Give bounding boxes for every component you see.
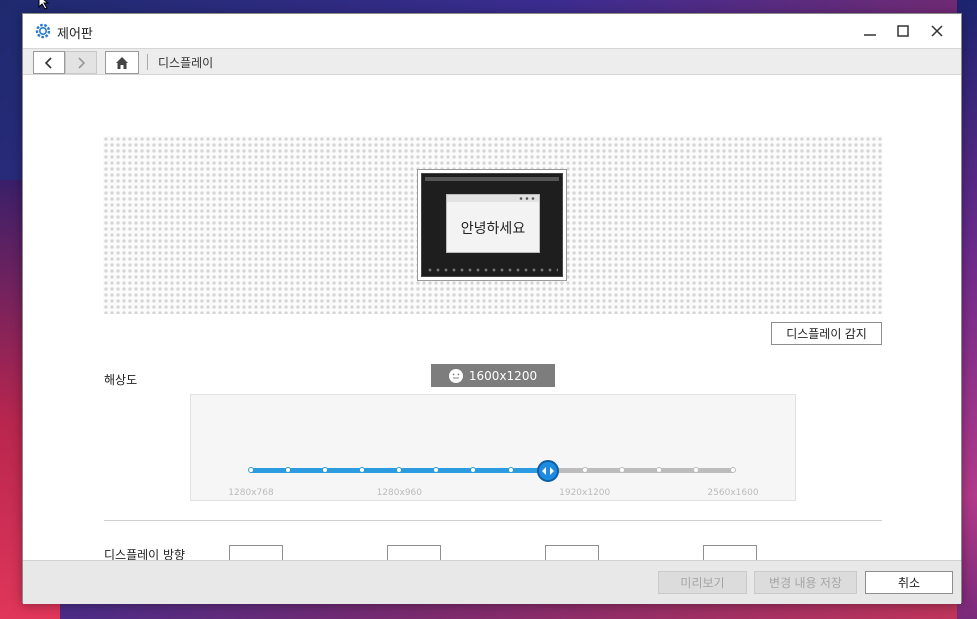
chevron-right-icon (78, 56, 86, 69)
window-controls-icon (519, 197, 535, 200)
resolution-badge: 1600x1200 (431, 364, 555, 387)
minimize-icon (864, 34, 876, 36)
preview-button[interactable]: 미리보기 (658, 571, 747, 594)
back-button[interactable] (33, 51, 65, 74)
resolution-tick-label: 2560x1600 (707, 488, 759, 498)
orientation-option-portrait[interactable] (387, 545, 441, 560)
minimize-button[interactable] (858, 20, 882, 42)
maximize-button[interactable] (891, 20, 915, 42)
control-panel-window: 제어판 디스플레이 안녕하세요 디스플레이 감지 해상도 1600x1200 1… (22, 13, 962, 604)
detect-displays-button[interactable]: 디스플레이 감지 (771, 322, 882, 345)
title-bar: 제어판 (23, 14, 961, 48)
resolution-label: 해상도 (104, 373, 138, 387)
resolution-slider-panel: 1280x768 1280x960 1920x1200 2560x1600 (190, 394, 796, 501)
orientation-label: 디스플레이 방향 (104, 548, 186, 560)
face-icon (448, 368, 463, 383)
preview-mini-window: 안녕하세요 (446, 194, 540, 253)
resolution-tick[interactable] (248, 467, 254, 473)
settings-gear-icon (35, 23, 51, 39)
orientation-option-landscape[interactable] (229, 545, 283, 560)
resolution-tick-label: 1280x960 (376, 488, 423, 498)
section-divider (104, 520, 882, 521)
window-title: 제어판 (57, 27, 93, 42)
dialog-footer: 미리보기 변경 내용 저장 취소 (23, 560, 961, 604)
display-settings-content: 안녕하세요 디스플레이 감지 해상도 1600x1200 1280x768 128… (23, 76, 961, 560)
resolution-tick[interactable] (507, 467, 514, 473)
resolution-tick-label: 1920x1200 (559, 488, 611, 498)
close-icon (931, 25, 943, 37)
preview-greeting: 안녕하세요 (460, 221, 526, 237)
resolution-value: 1600x1200 (468, 368, 538, 383)
navigation-bar: 디스플레이 (23, 48, 961, 75)
home-button[interactable] (105, 51, 139, 74)
resolution-tick[interactable] (730, 467, 736, 473)
maximize-icon (897, 25, 909, 37)
cancel-button[interactable]: 취소 (865, 571, 953, 594)
monitor-preview[interactable]: 안녕하세요 (417, 169, 567, 281)
forward-button[interactable] (65, 51, 97, 74)
resolution-slider-handle[interactable] (536, 460, 559, 482)
chevron-left-icon (44, 56, 52, 69)
close-button[interactable] (925, 20, 949, 42)
monitor-screen: 안녕하세요 (421, 173, 563, 277)
orientation-option-portrait-flipped[interactable] (703, 545, 757, 560)
resolution-tick[interactable] (655, 467, 662, 473)
screen-top-bar (425, 177, 559, 181)
resolution-tick[interactable] (618, 467, 625, 473)
breadcrumb[interactable]: 디스플레이 (158, 54, 213, 71)
mini-window-titlebar (447, 195, 539, 202)
nav-separator (147, 54, 148, 70)
arrows-left-right-icon (541, 467, 554, 475)
orientation-option-landscape-flipped[interactable] (545, 545, 599, 560)
save-changes-button[interactable]: 변경 내용 저장 (754, 571, 857, 594)
resolution-tick[interactable] (692, 467, 699, 473)
home-icon (116, 56, 128, 69)
resolution-tick-label: 1280x768 (228, 488, 274, 498)
resolution-tick[interactable] (581, 467, 588, 473)
screen-taskbar (426, 267, 558, 273)
resolution-slider-track[interactable] (248, 460, 736, 482)
mouse-cursor-icon (38, 0, 50, 10)
